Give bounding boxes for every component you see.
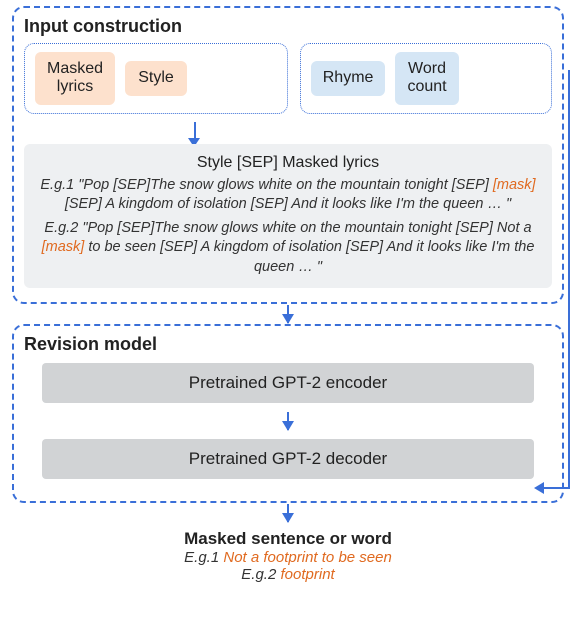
gpt2-encoder-row: Pretrained GPT-2 encoder xyxy=(42,363,534,403)
example-box: Style [SEP] Masked lyrics E.g.1 "Pop [SE… xyxy=(24,144,552,288)
masked-lyrics-pill: Masked lyrics xyxy=(35,52,115,105)
eg1-post: [SEP] A kingdom of isolation [SEP] And i… xyxy=(65,196,511,212)
rhyme-pill: Rhyme xyxy=(311,61,386,95)
example-2: E.g.2 "Pop [SEP]The snow glows white on … xyxy=(36,219,540,278)
gpt2-decoder-row: Pretrained GPT-2 decoder xyxy=(42,439,534,479)
eg1-label: E.g.1 xyxy=(40,177,74,193)
rhyme-count-group: Rhyme Word count xyxy=(300,43,552,114)
output-eg1: E.g.1 Not a footprint to be seen xyxy=(12,549,564,566)
out-eg1-label: E.g.1 xyxy=(184,549,219,566)
arrow-input-to-revision xyxy=(12,304,564,324)
output-title: Masked sentence or word xyxy=(12,529,564,549)
arrow-encoder-to-decoder xyxy=(24,411,552,431)
arrow-revision-to-output xyxy=(12,503,564,523)
out-eg1-text: Not a footprint to be seen xyxy=(223,549,391,566)
example-header: Style [SEP] Masked lyrics xyxy=(36,154,540,172)
arrow-pills-to-example xyxy=(24,124,552,144)
side-connector-arrow xyxy=(562,70,576,504)
style-lyrics-group: Masked lyrics Style xyxy=(24,43,288,114)
input-top-row: Masked lyrics Style Rhyme Word count xyxy=(24,43,552,114)
eg2-label: E.g.2 xyxy=(44,220,78,236)
eg1-mask: [mask] xyxy=(493,177,536,193)
eg2-mask: [mask] xyxy=(42,239,85,255)
out-eg2-label: E.g.2 xyxy=(241,566,276,583)
eg2-pre: "Pop [SEP]The snow glows white on the mo… xyxy=(82,220,531,236)
out-eg2-text: footprint xyxy=(281,566,335,583)
example-1: E.g.1 "Pop [SEP]The snow glows white on … xyxy=(36,176,540,215)
revision-model-box: Revision model Pretrained GPT-2 encoder … xyxy=(12,324,564,503)
revision-model-title: Revision model xyxy=(24,334,552,355)
output-eg2: E.g.2 footprint xyxy=(12,566,564,583)
eg1-pre: "Pop [SEP]The snow glows white on the mo… xyxy=(78,177,493,193)
eg2-post: to be seen [SEP] A kingdom of isolation … xyxy=(84,239,534,275)
output-box: Masked sentence or word E.g.1 Not a foot… xyxy=(12,529,564,583)
input-construction-box: Input construction Masked lyrics Style R… xyxy=(12,6,564,304)
style-pill: Style xyxy=(125,61,187,95)
word-count-pill: Word count xyxy=(395,52,458,105)
input-construction-title: Input construction xyxy=(24,16,552,37)
